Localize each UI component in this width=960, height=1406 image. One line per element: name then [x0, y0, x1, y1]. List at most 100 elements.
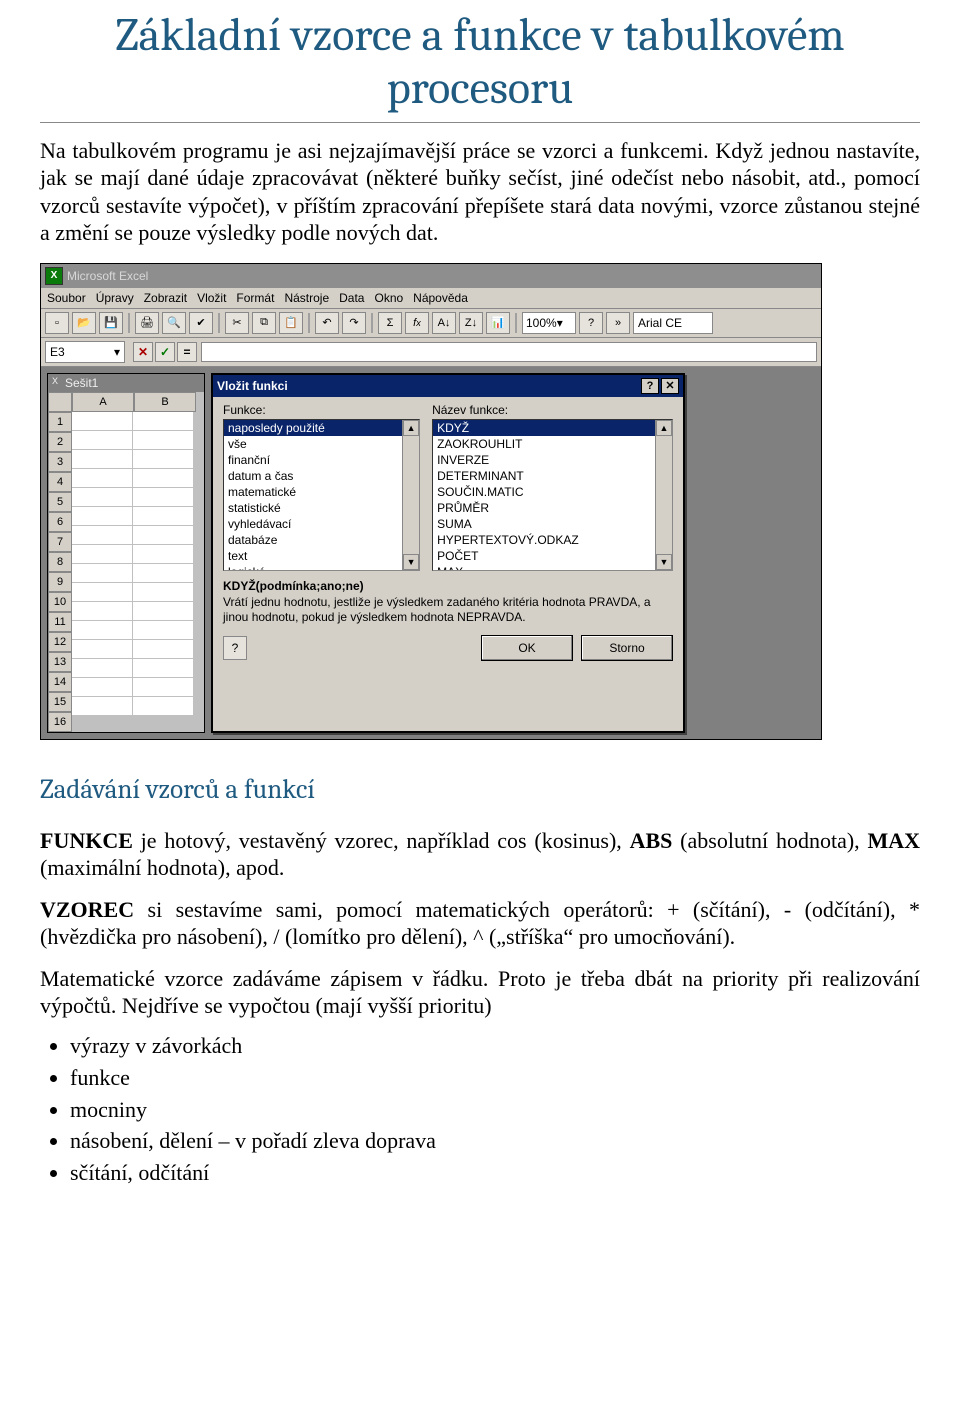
- separator: [308, 313, 310, 333]
- scroll-up-icon[interactable]: ▲: [656, 420, 672, 436]
- column-headers: A B: [72, 392, 196, 412]
- vzorec-paragraph: VZOREC si sestavíme sami, pomocí matemat…: [40, 896, 920, 951]
- list-item[interactable]: vyhledávací: [224, 516, 419, 532]
- accept-formula-button[interactable]: ✓: [155, 342, 175, 362]
- list-item[interactable]: MAX: [433, 564, 672, 571]
- spell-icon[interactable]: ✔: [189, 312, 213, 334]
- list-item[interactable]: HYPERTEXTOVÝ.ODKAZ: [433, 532, 672, 548]
- list-item[interactable]: SUMA: [433, 516, 672, 532]
- insert-function-dialog: Vložit funkci ? ✕ Funkce: naposledy použ…: [211, 373, 685, 733]
- list-item[interactable]: matematické: [224, 484, 419, 500]
- row-header[interactable]: 5: [48, 492, 72, 512]
- sort-asc-icon[interactable]: A↓: [432, 312, 456, 334]
- list-item[interactable]: statistické: [224, 500, 419, 516]
- preview-icon[interactable]: 🔍: [162, 312, 186, 334]
- row-header[interactable]: 15: [48, 692, 72, 712]
- menu-item[interactable]: Formát: [236, 291, 274, 305]
- category-label: Funkce:: [223, 403, 420, 417]
- new-icon[interactable]: ▫: [45, 312, 69, 334]
- function-listbox[interactable]: KDYŽ ZAOKROUHLIT INVERZE DETERMINANT SOU…: [432, 419, 673, 571]
- list-item[interactable]: text: [224, 548, 419, 564]
- cut-icon[interactable]: ✂: [225, 312, 249, 334]
- scroll-up-icon[interactable]: ▲: [403, 420, 419, 436]
- menu-item[interactable]: Nástroje: [284, 291, 329, 305]
- row-header[interactable]: 4: [48, 472, 72, 492]
- fx-icon[interactable]: fx: [405, 312, 429, 334]
- list-item[interactable]: SOUČIN.MATIC: [433, 484, 672, 500]
- row-header[interactable]: 14: [48, 672, 72, 692]
- menu-item[interactable]: Soubor: [47, 291, 86, 305]
- close-icon[interactable]: ✕: [661, 378, 679, 394]
- equals-button[interactable]: =: [177, 342, 197, 362]
- paste-icon[interactable]: 📋: [279, 312, 303, 334]
- menu-item[interactable]: Vložit: [197, 291, 226, 305]
- menu-item[interactable]: Úpravy: [96, 291, 134, 305]
- list-item[interactable]: PRŮMĚR: [433, 500, 672, 516]
- row-header[interactable]: 12: [48, 632, 72, 652]
- sum-icon[interactable]: Σ: [378, 312, 402, 334]
- save-icon[interactable]: 💾: [99, 312, 123, 334]
- scrollbar[interactable]: ▲ ▼: [402, 420, 419, 570]
- workbook-window: X Sešit1 1 2 3 4 5 6 7: [47, 373, 205, 733]
- app-title: Microsoft Excel: [67, 269, 148, 283]
- list-item[interactable]: datum a čas: [224, 468, 419, 484]
- redo-icon[interactable]: ↷: [342, 312, 366, 334]
- undo-icon[interactable]: ↶: [315, 312, 339, 334]
- funkce-term: FUNKCE: [40, 828, 133, 853]
- formula-bar[interactable]: [201, 342, 817, 362]
- list-item[interactable]: DETERMINANT: [433, 468, 672, 484]
- sort-desc-icon[interactable]: Z↓: [459, 312, 483, 334]
- chart-icon[interactable]: 📊: [486, 312, 510, 334]
- help-icon[interactable]: ?: [579, 312, 603, 334]
- row-header[interactable]: 13: [48, 652, 72, 672]
- menu-item[interactable]: Okno: [374, 291, 403, 305]
- menu-item[interactable]: Data: [339, 291, 364, 305]
- row-header[interactable]: 10: [48, 592, 72, 612]
- row-header[interactable]: 7: [48, 532, 72, 552]
- row-header[interactable]: 1: [48, 412, 72, 432]
- chevron-down-icon: ▾: [114, 345, 120, 359]
- separator: [515, 313, 517, 333]
- cells[interactable]: [72, 412, 196, 716]
- row-header[interactable]: 8: [48, 552, 72, 572]
- row-header[interactable]: 6: [48, 512, 72, 532]
- open-icon[interactable]: 📂: [72, 312, 96, 334]
- cancel-button[interactable]: Storno: [581, 635, 673, 661]
- scrollbar[interactable]: ▲ ▼: [655, 420, 672, 570]
- row-header[interactable]: 3: [48, 452, 72, 472]
- list-item[interactable]: databáze: [224, 532, 419, 548]
- app-titlebar: X Microsoft Excel: [41, 264, 821, 288]
- print-icon[interactable]: 🖨: [135, 312, 159, 334]
- list-item: výrazy v závorkách: [70, 1030, 920, 1062]
- chevron-down-icon: ▾: [557, 316, 563, 330]
- column-header[interactable]: B: [134, 392, 196, 412]
- list-item[interactable]: finanční: [224, 452, 419, 468]
- row-header[interactable]: 11: [48, 612, 72, 632]
- list-item[interactable]: KDYŽ: [433, 420, 672, 436]
- list-item[interactable]: INVERZE: [433, 452, 672, 468]
- row-header[interactable]: 16: [48, 712, 72, 732]
- copy-icon[interactable]: ⧉: [252, 312, 276, 334]
- name-box[interactable]: E3 ▾: [45, 341, 125, 363]
- column-header[interactable]: A: [72, 392, 134, 412]
- scroll-down-icon[interactable]: ▼: [656, 554, 672, 570]
- dialog-help-button[interactable]: ?: [223, 636, 247, 660]
- ok-button[interactable]: OK: [481, 635, 573, 661]
- list-item[interactable]: naposledy použité: [224, 420, 419, 436]
- scroll-down-icon[interactable]: ▼: [403, 554, 419, 570]
- help-button[interactable]: ?: [641, 378, 659, 394]
- row-header[interactable]: 2: [48, 432, 72, 452]
- row-header[interactable]: 9: [48, 572, 72, 592]
- more-icon[interactable]: »: [606, 312, 630, 334]
- category-listbox[interactable]: naposledy použité vše finanční datum a č…: [223, 419, 420, 571]
- list-item[interactable]: vše: [224, 436, 419, 452]
- list-item[interactable]: ZAOKROUHLIT: [433, 436, 672, 452]
- zoom-box[interactable]: 100% ▾: [522, 312, 576, 334]
- list-item[interactable]: POČET: [433, 548, 672, 564]
- menu-item[interactable]: Zobrazit: [144, 291, 187, 305]
- list-item[interactable]: logické: [224, 564, 419, 571]
- menu-item[interactable]: Nápověda: [413, 291, 468, 305]
- select-all-corner[interactable]: [48, 392, 72, 412]
- cancel-formula-button[interactable]: ✕: [133, 342, 153, 362]
- font-box[interactable]: Arial CE: [633, 312, 713, 334]
